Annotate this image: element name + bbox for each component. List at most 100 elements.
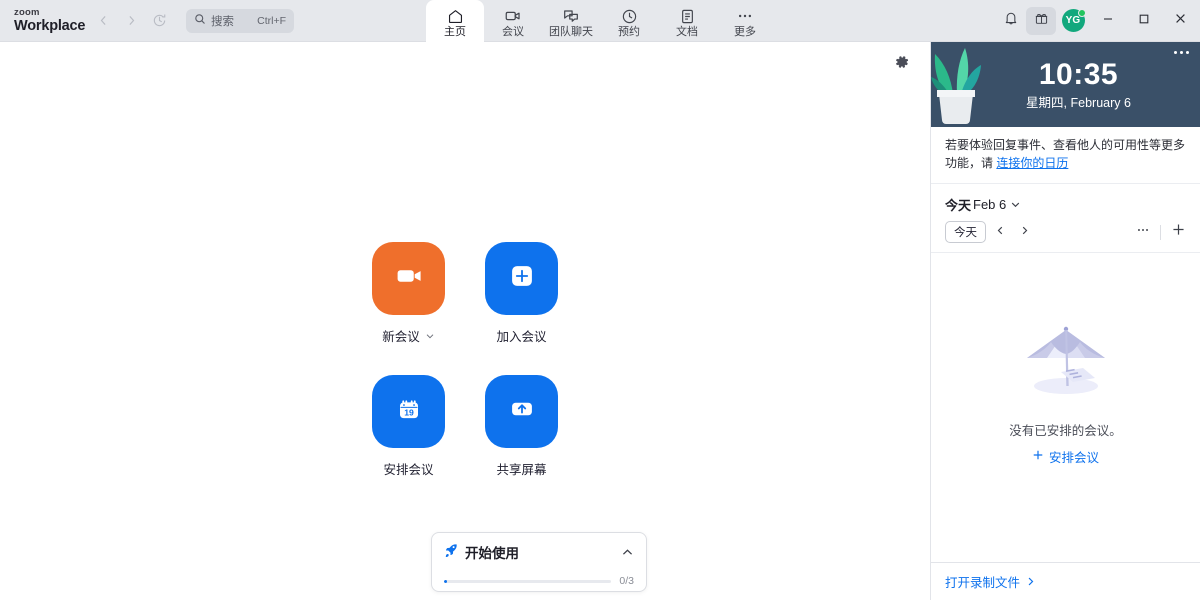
quick-actions: 新会议 加入会议 — [0, 242, 930, 478]
tab-team-chat[interactable]: 团队聊天 — [542, 0, 600, 42]
calendar-19-icon: 19 — [391, 391, 427, 432]
brand-zoom-text: zoom — [14, 7, 88, 18]
titlebar: zoom Workplace — [0, 0, 1200, 42]
history-clock-icon — [152, 13, 167, 28]
tab-home[interactable]: 主页 — [426, 0, 484, 42]
zoom-workplace-window: zoom Workplace — [0, 0, 1200, 600]
potted-plant-illustration — [931, 42, 993, 127]
join-meeting-tile — [485, 242, 558, 315]
new-meeting-button[interactable]: 新会议 — [366, 242, 451, 345]
clock-content: 10:35 星期四, February 6 — [1000, 58, 1131, 111]
getting-started-title: 开始使用 — [465, 542, 519, 562]
chevron-down-icon[interactable] — [425, 331, 435, 341]
quick-actions-row-1: 新会议 加入会议 — [366, 242, 564, 345]
schedule-meeting-link[interactable]: 安排会议 — [1032, 447, 1099, 466]
window-maximize-button[interactable] — [1126, 0, 1162, 42]
search-input[interactable]: 搜索 Ctrl+F — [186, 9, 294, 33]
search-placeholder: 搜索 — [211, 13, 234, 29]
plus-square-icon — [504, 258, 540, 299]
join-meeting-button[interactable]: 加入会议 — [479, 242, 564, 345]
app-brand: zoom Workplace — [0, 0, 88, 41]
chevron-up-icon[interactable] — [621, 546, 634, 559]
chevron-right-icon — [125, 14, 138, 27]
minimize-icon — [1102, 12, 1114, 30]
schedule-meeting-tile: 19 — [372, 375, 445, 448]
share-screen-label: 共享屏幕 — [496, 459, 546, 478]
notifications-button[interactable] — [996, 7, 1026, 35]
getting-started-header: 开始使用 — [444, 542, 634, 562]
tab-team-chat-label: 团队聊天 — [549, 26, 593, 39]
getting-started-progress: 0/3 — [444, 575, 634, 587]
share-screen-label-row: 共享屏幕 — [496, 459, 546, 478]
svg-text:19: 19 — [404, 408, 414, 418]
presence-available-indicator — [1078, 9, 1086, 17]
plus-icon — [1171, 222, 1186, 242]
tab-meetings[interactable]: 会议 — [484, 0, 542, 42]
history-button[interactable] — [146, 8, 172, 34]
clock-menu-button[interactable] — [1174, 51, 1189, 54]
today-date: Feb 6 — [973, 197, 1006, 212]
connect-calendar-banner: 若要体验回复事件、查看他人的可用性等更多功能，请 连接你的日历 — [931, 127, 1200, 184]
forward-button[interactable] — [118, 8, 144, 34]
window-system-area: YG — [996, 0, 1200, 41]
tab-scheduler[interactable]: 预约 — [600, 0, 658, 42]
share-screen-tile — [485, 375, 558, 448]
toolbar-divider — [1160, 225, 1161, 240]
progress-count: 0/3 — [619, 575, 634, 587]
getting-started-card[interactable]: 开始使用 0/3 — [431, 532, 647, 592]
open-recordings-link[interactable]: 打开录制文件 — [931, 562, 1200, 600]
today-header[interactable]: 今天Feb 6 — [931, 184, 1200, 221]
nav-buttons — [90, 0, 172, 41]
document-icon — [679, 8, 696, 25]
clock-date: 星期四, February 6 — [1026, 92, 1131, 111]
new-meeting-label-row: 新会议 — [382, 326, 435, 345]
join-meeting-label-row: 加入会议 — [496, 326, 546, 345]
tab-more-label: 更多 — [734, 26, 756, 39]
video-camera-icon — [390, 257, 428, 300]
close-icon — [1174, 12, 1187, 30]
calendar-toolbar: 今天 — [931, 221, 1200, 253]
chevron-right-icon — [1019, 223, 1030, 241]
gift-button[interactable] — [1026, 7, 1056, 35]
prev-day-button[interactable] — [990, 222, 1010, 242]
window-minimize-button[interactable] — [1090, 0, 1126, 42]
tab-scheduler-label: 预约 — [618, 26, 640, 39]
schedule-meeting-label: 安排会议 — [383, 459, 433, 478]
calendar-toolbar-right — [1133, 222, 1188, 242]
connect-calendar-link[interactable]: 连接你的日历 — [996, 156, 1068, 170]
settings-button[interactable] — [890, 52, 914, 76]
next-day-button[interactable] — [1014, 222, 1034, 242]
new-meeting-tile — [372, 242, 445, 315]
main-tabs: 主页 会议 团队聊天 预约 — [426, 0, 774, 42]
share-screen-button[interactable]: 共享屏幕 — [479, 375, 564, 478]
today-label: 今天 — [945, 195, 971, 214]
chevron-left-icon — [97, 14, 110, 27]
clock-time: 10:35 — [1026, 58, 1131, 91]
bell-icon — [1003, 10, 1019, 31]
plus-icon — [1032, 449, 1044, 464]
beach-umbrella-illustration — [1011, 314, 1121, 406]
share-screen-up-arrow-icon — [504, 391, 540, 432]
chevron-down-icon[interactable] — [1010, 199, 1021, 210]
right-sidebar: 10:35 星期四, February 6 若要体验回复事件、查看他人的可用性等… — [930, 42, 1200, 600]
no-meetings-empty-state: 没有已安排的会议。 安排会议 — [931, 253, 1200, 562]
gift-box-icon — [1034, 11, 1049, 31]
clock-icon — [621, 8, 638, 25]
rocket-icon — [444, 542, 459, 562]
open-recordings-label: 打开录制文件 — [945, 572, 1020, 591]
schedule-meeting-button[interactable]: 19 安排会议 — [366, 375, 451, 478]
today-button[interactable]: 今天 — [945, 221, 986, 243]
window-close-button[interactable] — [1162, 0, 1198, 42]
schedule-meeting-link-label: 安排会议 — [1049, 447, 1099, 466]
calendar-add-button[interactable] — [1168, 222, 1188, 242]
brand-workplace-text: Workplace — [14, 18, 88, 34]
back-button[interactable] — [90, 8, 116, 34]
user-avatar-button[interactable]: YG — [1056, 7, 1090, 35]
schedule-meeting-label-row: 安排会议 — [383, 459, 433, 478]
calendar-more-button[interactable] — [1133, 222, 1153, 242]
video-camera-icon — [504, 8, 522, 25]
tab-more[interactable]: 更多 — [716, 0, 774, 42]
tab-docs[interactable]: 文档 — [658, 0, 716, 42]
maximize-icon — [1138, 12, 1150, 30]
new-meeting-label: 新会议 — [382, 326, 420, 345]
